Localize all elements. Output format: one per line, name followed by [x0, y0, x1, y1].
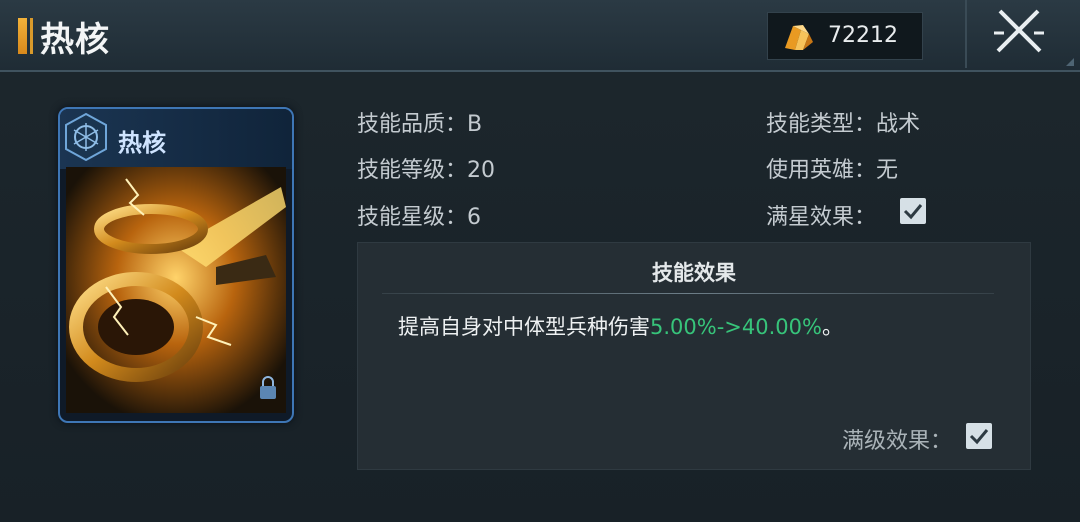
- full-star-checkbox[interactable]: [900, 198, 926, 224]
- skill-star-value: 6: [467, 205, 482, 230]
- effect-text-suffix: 。: [821, 315, 843, 339]
- header-corner-decoration: [1066, 58, 1074, 66]
- header-divider: [965, 0, 967, 68]
- skill-effect-description: 提高自身对中体型兵种伤害5.00%->40.00%。: [398, 311, 843, 341]
- skill-effect-box: 技能效果 提高自身对中体型兵种伤害5.00%->40.00%。 满级效果：: [357, 242, 1031, 470]
- max-level-checkbox[interactable]: [966, 423, 992, 449]
- card-artwork: [66, 167, 286, 413]
- check-icon: [903, 204, 923, 220]
- lock-icon: [260, 376, 276, 399]
- check-icon: [969, 429, 989, 445]
- full-star-effect: 满星效果：: [766, 199, 876, 231]
- max-level-effect: 满级效果：: [842, 423, 952, 455]
- skill-star-label: 技能星级：: [357, 205, 468, 230]
- close-icon: [994, 9, 1044, 53]
- title-bar: 热核 72212: [0, 0, 1080, 72]
- title-accent-bar: [18, 18, 33, 54]
- emblem-icon: [65, 112, 107, 162]
- skill-level: 技能等级：20: [357, 152, 495, 184]
- crystal-icon: [785, 25, 813, 50]
- skill-star: 技能星级：6: [357, 199, 481, 231]
- effect-value-range: 5.00%->40.00%: [650, 315, 822, 339]
- skill-effect-divider: [382, 293, 994, 294]
- skill-effect-title: 技能效果: [652, 261, 736, 285]
- skill-type-value: 战术: [876, 112, 921, 137]
- page-title: 热核: [40, 20, 110, 60]
- skill-type: 技能类型：战术: [766, 106, 920, 138]
- close-button[interactable]: [990, 3, 1048, 61]
- skill-hero: 使用英雄：无: [766, 152, 898, 184]
- skill-level-label: 技能等级：: [357, 158, 468, 183]
- skill-quality-value: B: [467, 112, 483, 137]
- skill-quality-label: 技能品质：: [357, 112, 468, 137]
- skill-hero-label: 使用英雄：: [766, 158, 877, 183]
- skill-quality: 技能品质：B: [357, 106, 482, 138]
- effect-text-prefix: 提高自身对中体型兵种伤害: [398, 315, 650, 339]
- full-star-label: 满星效果：: [766, 205, 877, 230]
- skill-card: 热核: [58, 107, 294, 423]
- max-level-label: 满级效果：: [842, 429, 953, 454]
- skill-hero-value: 无: [876, 158, 899, 183]
- skill-type-label: 技能类型：: [766, 112, 877, 137]
- card-name: 热核: [118, 129, 166, 157]
- skill-level-value: 20: [467, 158, 496, 183]
- currency-value: 72212: [828, 23, 898, 48]
- currency-display: 72212: [767, 12, 923, 60]
